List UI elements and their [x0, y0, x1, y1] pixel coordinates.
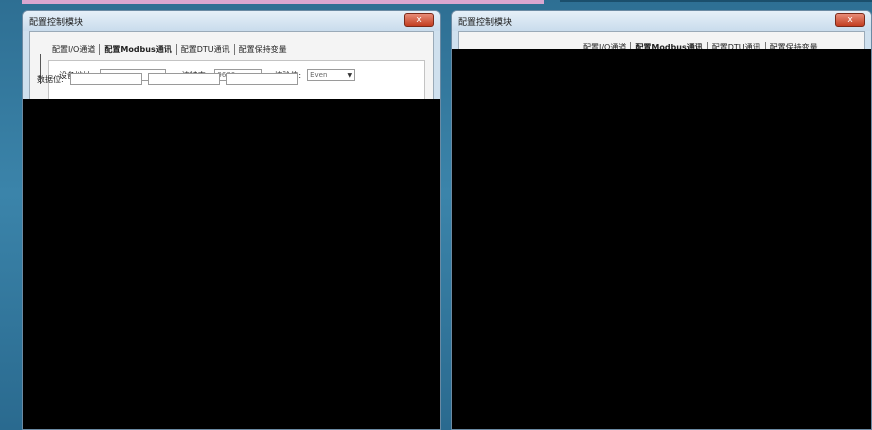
window-title: 配置控制模块 [458, 18, 513, 28]
data-bits-label: 数据位: [37, 74, 64, 84]
tab-bar: 配置I/O通道 配置Modbus通讯 配置DTU通讯 配置保持变量 [48, 40, 291, 58]
top-strip [22, 0, 544, 4]
chevron-down-icon: ▼ [347, 71, 353, 79]
top-strip-2 [560, 0, 872, 2]
window-title: 配置控制模块 [29, 18, 84, 28]
close-icon: x [847, 15, 853, 25]
blank-region [23, 99, 440, 429]
stop-bits-field[interactable] [147, 73, 220, 85]
parity-value: Even [310, 71, 328, 79]
tab-dtu[interactable]: 配置DTU通讯 [177, 43, 235, 55]
tab-modbus[interactable]: 配置Modbus通讯 [100, 43, 177, 55]
close-icon: x [416, 15, 422, 25]
tab-hold-vars[interactable]: 配置保持变量 [235, 44, 291, 55]
tab-io-channel[interactable]: 配置I/O通道 [48, 43, 101, 55]
title-bar[interactable]: 配置控制模块 x [452, 11, 871, 31]
settings-row-2: 数据位: [37, 73, 298, 85]
parity-select[interactable]: Even ▼ [307, 69, 356, 81]
config-window-left: 配置控制模块 x 配置I/O通道 配置Modbus通讯 配置DTU通讯 配置保持… [22, 10, 441, 430]
timeout-field[interactable] [225, 73, 298, 85]
blank-region [452, 49, 871, 429]
close-button[interactable]: x [404, 13, 434, 27]
title-bar[interactable]: 配置控制模块 x [23, 11, 440, 31]
config-window-right: 配置控制模块 x 配置I/O通道 配置Modbus通讯 配置DTU通讯 配置保持… [451, 10, 872, 430]
data-bits-field[interactable] [69, 73, 142, 85]
close-button[interactable]: x [835, 13, 865, 27]
